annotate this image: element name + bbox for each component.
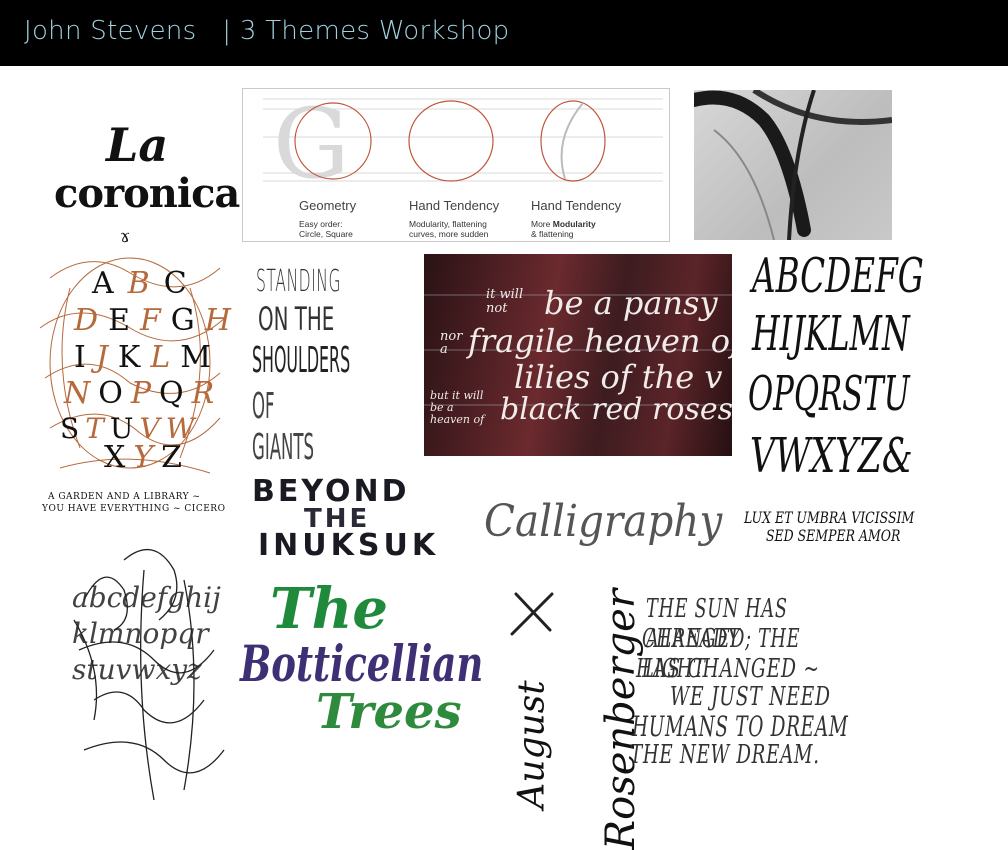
column-3-sub: More Modularity & flattening [531,219,596,239]
lux-line-1: LUX ET UMBRA VICISSIM [744,508,915,527]
flourish-mark: ɤ [120,226,131,247]
la-coronica-line2: coronica [54,170,240,217]
alpha-row-3: IJKLM [74,340,221,375]
column-2-sub1: Modularity, flattening [409,219,487,229]
pansy-line-1-small: it will not [486,287,524,316]
column-1-sub2: Circle, Square [299,229,353,239]
august-line-1: August [511,680,553,809]
lux-et-umbra-artwork: LUX ET UMBRA VICISSIM SED SEMPER AMOR [744,508,964,552]
botticellian-line-1: The [270,576,389,642]
column-1-title: Geometry [299,198,357,213]
chancery-row-2: HIJKLMN [752,306,910,362]
calligraphy-artwork: Calligraphy [484,488,724,568]
standing-line-2: ON THE [258,300,335,338]
alpha-caption-1: A GARDEN AND A LIBRARY ~ [48,492,201,502]
column-2-sub: Modularity, flattening curves, more sudd… [409,219,488,239]
la-coronica-artwork: La coronica ɤ [44,118,240,248]
alpha-row-2: DEFGH [74,303,241,338]
header-bar: John Stevens | 3 Themes Workshop [0,0,1008,66]
la-coronica-line1: La [106,118,169,172]
column-3-sub1-bold: Modularity [552,219,596,229]
pansy-line-2-big: fragile heaven of [468,322,732,360]
column-3-sub1-text: More [531,219,553,229]
diagram-letter-g: G [273,89,350,200]
column-3-sub1: More Modularity [531,219,596,229]
the-sun-artwork: THE SUN HAS ALREADY CHANGED; THE LIGHT H… [626,594,966,784]
pansy-line-4-small: but it will be a heaven of [430,389,485,426]
alpha-row-4: NOPQR [64,376,223,411]
pansy-line-3-big: lilies of the v [514,358,723,396]
chancery-row-4: VWXYZ& [750,428,913,484]
standing-line-4: OF GIANTS [252,386,315,468]
pansy-line-4-big: black red roses [500,392,732,427]
page-title: John Stevens | 3 Themes Workshop [24,16,510,46]
sun-line-5: HUMANS TO DREAM [632,710,849,743]
august-rosenberger-artwork: August Rosenberger [492,584,644,850]
column-2-title: Hand Tendency [409,198,500,213]
alpha-caption-2: YOU HAVE EVERYTHING ~ CICERO [42,504,226,514]
lux-line-2: SED SEMPER AMOR [766,526,901,545]
alphabet-flourish-artwork: ABC DEFGH IJKLM NOPQR STUVW XYZ A GARDEN… [30,248,231,516]
sun-line-3: HAS CHANGED ~ [636,654,820,684]
brush-stroke-graphic [694,90,892,240]
column-1-sub: Easy order: Circle, Square [299,219,353,239]
chancery-row-3: OPQRSTU [748,366,910,422]
pansy-line-1-big: be a pansy [544,284,718,322]
geometry-diagram: G Geometry Easy order: Circle, Square Ha… [242,88,670,242]
pansy-artwork: it will not be a pansy nor a fragile hea… [424,254,732,456]
alpha-row-1: ABC [92,266,201,301]
beyond-the-inuksuk-artwork: BEYOND THE INUKSUK [248,474,478,564]
loose-alphabet-text: abcdefghijklmnopqrstuvwxyz [72,581,221,686]
column-1-sub1: Easy order: [299,219,343,229]
beyond-line-3: INUKSUK [258,528,440,563]
botticellian-trees-artwork: The Botticellian Trees [240,576,490,746]
column-3-title: Hand Tendency [531,198,622,213]
standing-line-1: STANDING [256,264,342,299]
standing-on-shoulders-artwork: STANDING ON THE SHOULDERS OF GIANTS [246,264,406,468]
chancery-alphabet-artwork: ABCDEFG HIJKLMN OPQRSTU VWXYZ& [744,248,944,498]
pansy-line-2-small: nor a [440,329,463,357]
sun-line-4: WE JUST NEED [670,682,831,712]
brush-stroke-photo [694,90,892,240]
botticellian-line-3: Trees [316,684,462,740]
loose-alphabet-artwork: abcdefghijklmnopqrstuvwxyz [64,540,234,810]
calligraphy-word: Calligraphy [484,496,723,547]
standing-line-3: SHOULDERS [252,340,351,381]
column-2-sub2: curves, more sudden [409,229,489,239]
chancery-row-1: ABCDEFG [752,248,924,304]
sun-line-6: THE NEW DREAM. [630,740,820,770]
alpha-row-6: XYZ [104,440,191,475]
column-3-sub2: & flattening [531,229,574,239]
